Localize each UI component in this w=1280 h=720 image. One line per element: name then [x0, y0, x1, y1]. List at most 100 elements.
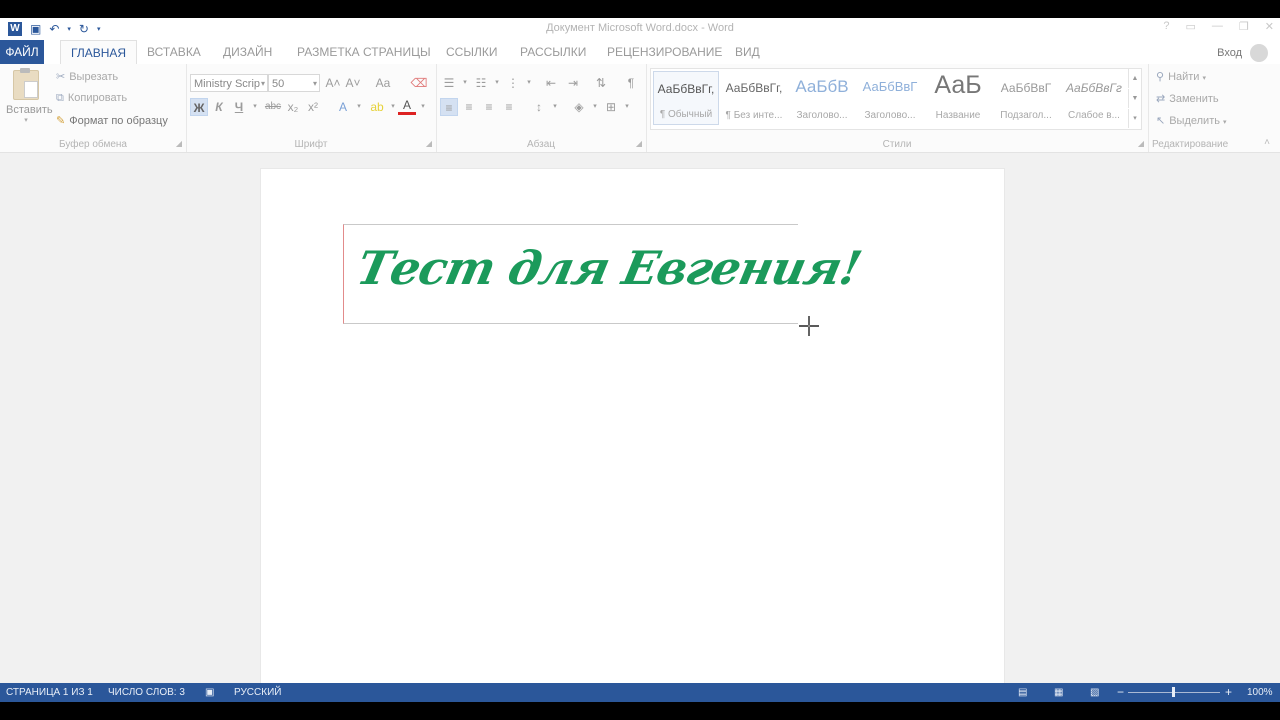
replace-icon: ⇄ — [1156, 93, 1166, 105]
sign-in-label[interactable]: Вход — [1217, 47, 1242, 59]
paintbrush-icon: ✎ — [56, 115, 66, 127]
paste-dropdown-icon[interactable]: ▾ — [6, 116, 46, 124]
multilevel-dropdown-icon[interactable]: ▾ — [520, 74, 538, 92]
paste-button[interactable]: Вставить ▾ — [6, 68, 53, 136]
collapse-ribbon-icon[interactable]: ˄ — [1264, 137, 1270, 148]
help-icon[interactable]: ? — [1163, 20, 1169, 33]
font-name-value: Ministry Scrip — [194, 78, 261, 90]
paragraph-group-label: Абзац — [526, 139, 556, 150]
align-center-icon[interactable]: ≡ — [460, 98, 478, 116]
group-paragraph: ☰ ▾ ☷ ▾ ⋮ ▾ ⇤ ⇥ ⇅ ¶ ≡ ≡ ≡ ≡ ↕ ▾ ◈ ▾ ⊞ ▾ … — [436, 64, 647, 152]
strikethrough-button[interactable]: abc — [262, 98, 284, 116]
clipboard-icon — [13, 68, 39, 100]
styles-launcher-icon[interactable]: ◢ — [1138, 139, 1144, 148]
word-window: W ▣ ↶ ▾ ↻ ▾ Документ Microsoft Word.docx… — [0, 18, 1280, 702]
close-icon[interactable]: ✕ — [1265, 20, 1274, 33]
line-spacing-dropdown-icon[interactable]: ▾ — [546, 98, 564, 116]
print-layout-icon[interactable]: ▦ — [1054, 687, 1063, 698]
page-count[interactable]: СТРАНИЦА 1 ИЗ 1 — [6, 687, 93, 698]
zoom-level[interactable]: 100% — [1247, 687, 1273, 698]
font-size-combo[interactable]: 50 ▾ — [268, 74, 320, 92]
italic-button[interactable]: К — [210, 98, 228, 116]
align-right-icon[interactable]: ≡ — [480, 98, 498, 116]
gallery-up-icon[interactable]: ▲ — [1128, 69, 1141, 88]
wordart-textbox[interactable]: Тест для Евгения! — [343, 224, 865, 324]
superscript-button[interactable]: x² — [304, 98, 322, 116]
binoculars-icon: ⚲ — [1156, 71, 1165, 83]
pilcrow-icon[interactable]: ¶ — [622, 74, 640, 92]
proofing-icon[interactable]: ▣ — [205, 687, 214, 698]
font-name-combo[interactable]: Ministry Scrip ▾ — [190, 74, 268, 92]
style-subtitle[interactable]: АаБбВвГ Подзагол... — [993, 71, 1059, 125]
web-layout-icon[interactable]: ▧ — [1090, 687, 1099, 698]
style-heading-1[interactable]: АаБбВ Заголово... — [789, 71, 855, 125]
group-font: Ministry Scrip ▾ 50 ▾ A˄ A˅ Aa ⌫ Ж К Ч ▾ a… — [186, 64, 437, 152]
ribbon: Вставить ▾ ✂ Вырезать ⧉ Копировать ✎ Формат… — [0, 64, 1280, 153]
style-normal[interactable]: АаБбВвГг, ¶ Обычный — [653, 71, 719, 125]
subscript-button[interactable]: x₂ — [284, 98, 302, 116]
wordart-text[interactable]: Тест для Евгения! — [352, 241, 865, 295]
gallery-more-icon[interactable]: ▾ — [1128, 109, 1141, 128]
style-no-spacing[interactable]: АаБбВвГг, ¶ Без инте... — [721, 71, 787, 125]
tab-layout[interactable]: РАЗМЕТКА СТРАНИЦЫ — [287, 40, 441, 64]
tab-insert[interactable]: ВСТАВКА — [137, 40, 211, 64]
ribbon-display-options-icon[interactable]: ▭ — [1186, 20, 1196, 33]
style-subtle-emphasis[interactable]: АаБбВвГг Слабое в... — [1061, 71, 1127, 125]
change-case-button[interactable]: Aa — [370, 74, 396, 92]
font-size-value: 50 — [272, 78, 285, 90]
copy-button[interactable]: ⧉ Копировать — [56, 92, 127, 105]
window-controls: ? ▭ — ❐ ✕ — [1163, 20, 1274, 33]
find-button[interactable]: ⚲ Найти ▾ — [1156, 70, 1206, 83]
chevron-down-icon[interactable]: ▾ — [313, 75, 317, 91]
scissors-icon: ✂ — [56, 71, 66, 83]
shrink-font-button[interactable]: A˅ — [344, 74, 362, 92]
increase-indent-icon[interactable]: ⇥ — [564, 74, 582, 92]
borders-dropdown-icon[interactable]: ▾ — [618, 98, 636, 116]
chevron-down-icon[interactable]: ▾ — [261, 75, 265, 91]
style-title[interactable]: АаБ Название — [925, 71, 991, 125]
cut-button[interactable]: ✂ Вырезать — [56, 70, 118, 83]
paragraph-launcher-icon[interactable]: ◢ — [636, 139, 642, 148]
zoom-in-button[interactable]: + — [1225, 685, 1232, 699]
editing-group-label: Редактирование — [1152, 139, 1229, 150]
tab-references[interactable]: ССЫЛКИ — [436, 40, 507, 64]
align-left-icon[interactable]: ≡ — [440, 98, 458, 116]
grow-font-button[interactable]: A˄ — [324, 74, 342, 92]
gallery-down-icon[interactable]: ▼ — [1128, 89, 1141, 108]
style-heading-2[interactable]: АаБбВвГ Заголово... — [857, 71, 923, 125]
language[interactable]: РУССКИЙ — [234, 687, 281, 698]
status-bar: СТРАНИЦА 1 ИЗ 1 ЧИСЛО СЛОВ: 3 ▣ РУССКИЙ … — [0, 683, 1280, 702]
select-button[interactable]: ↖ Выделить ▾ — [1156, 114, 1227, 127]
tab-view[interactable]: ВИД — [725, 40, 770, 64]
font-launcher-icon[interactable]: ◢ — [426, 139, 432, 148]
sort-icon[interactable]: ⇅ — [592, 74, 610, 92]
group-editing: ⚲ Найти ▾ ⇄ Заменить ↖ Выделить ▾ Редактиро… — [1148, 64, 1280, 152]
document-page[interactable]: Тест для Евгения! — [260, 168, 1005, 690]
zoom-slider-thumb[interactable] — [1172, 687, 1175, 697]
decrease-indent-icon[interactable]: ⇤ — [542, 74, 560, 92]
clipboard-launcher-icon[interactable]: ◢ — [176, 139, 182, 148]
text-effects-dropdown-icon[interactable]: ▾ — [350, 98, 368, 116]
avatar[interactable] — [1250, 44, 1268, 62]
zoom-out-button[interactable]: − — [1117, 685, 1124, 699]
tab-mailings[interactable]: РАССЫЛКИ — [510, 40, 596, 64]
bold-button[interactable]: Ж — [190, 98, 208, 116]
cursor-arrow-icon: ↖ — [1156, 115, 1166, 127]
tab-design[interactable]: ДИЗАЙН — [213, 40, 282, 64]
format-painter-button[interactable]: ✎ Формат по образцу — [56, 114, 168, 127]
window-title: Документ Microsoft Word.docx - Word — [546, 22, 734, 34]
clear-formatting-icon[interactable]: ⌫ — [410, 74, 428, 92]
word-count[interactable]: ЧИСЛО СЛОВ: 3 — [108, 687, 185, 698]
document-area[interactable]: Тест для Евгения! — [0, 153, 1280, 690]
tab-home[interactable]: ГЛАВНАЯ — [60, 40, 138, 64]
tab-review[interactable]: РЕЦЕНЗИРОВАНИЕ — [597, 40, 732, 64]
restore-icon[interactable]: ❐ — [1239, 20, 1249, 33]
replace-button[interactable]: ⇄ Заменить — [1156, 92, 1219, 105]
minimize-icon[interactable]: — — [1212, 20, 1223, 33]
font-color-dropdown-icon[interactable]: ▾ — [414, 98, 432, 116]
read-mode-icon[interactable]: ▤ — [1018, 687, 1027, 698]
sign-in[interactable]: Вход — [1217, 44, 1268, 62]
justify-icon[interactable]: ≡ — [500, 98, 518, 116]
copy-icon: ⧉ — [56, 92, 64, 104]
tab-file[interactable]: ФАЙЛ — [0, 40, 44, 64]
